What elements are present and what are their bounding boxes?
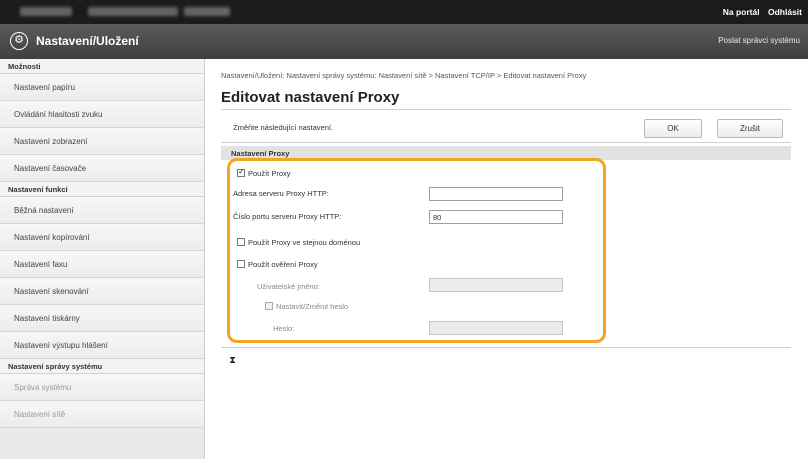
blurred-device-ip: [184, 7, 230, 16]
sidebar-item-timer-settings[interactable]: Nastavení časovače: [0, 155, 204, 182]
title-bar: ⚙ Nastavení/Uložení Poslat správci systé…: [0, 24, 808, 59]
sidebar-header-function-settings: Nastavení funkcí: [0, 182, 204, 197]
sidebar-item-report-output-settings[interactable]: Nastavení výstupu hlášení: [0, 332, 204, 359]
ok-button[interactable]: OK: [644, 119, 702, 138]
section-top-divider: [221, 142, 791, 143]
page-title: Editovat nastavení Proxy: [221, 89, 400, 106]
page-section-title: Nastavení/Uložení: [36, 34, 139, 48]
blurred-device-name: [20, 7, 72, 16]
sidebar-item-fax-settings[interactable]: Nastavení faxu: [0, 251, 204, 278]
expand-collapse-icon[interactable]: ⧗: [229, 355, 236, 366]
sidebar-item-system-management[interactable]: Správa systému: [0, 374, 204, 401]
sidebar-item-common-settings[interactable]: Běžná nastavení: [0, 197, 204, 224]
section-bottom-divider: [221, 347, 791, 348]
logout-link[interactable]: Odhlásit: [768, 7, 802, 17]
send-to-admin-link[interactable]: Poslat správci systému: [718, 36, 800, 45]
sidebar-item-paper-settings[interactable]: Nastavení papíru: [0, 74, 204, 101]
sidebar-item-volume-control[interactable]: Ovládání hlasitosti zvuku: [0, 101, 204, 128]
sidebar-item-scan-settings[interactable]: Nastavení skenování: [0, 278, 204, 305]
breadcrumb: Nastavení/Uložení: Nastavení správy syst…: [221, 71, 587, 80]
sidebar-item-display-settings[interactable]: Nastavení zobrazení: [0, 128, 204, 155]
sidebar-item-network-settings[interactable]: Nastavení sítě: [0, 401, 204, 428]
blurred-device-model: [88, 7, 178, 16]
top-links: Na portál Odhlásit: [717, 7, 802, 17]
top-bar: Na portál Odhlásit: [0, 0, 808, 24]
gear-icon: ⚙: [10, 32, 28, 50]
cancel-button[interactable]: Zrušit: [717, 119, 783, 138]
sidebar-item-copy-settings[interactable]: Nastavení kopírování: [0, 224, 204, 251]
portal-link[interactable]: Na portál: [723, 7, 760, 17]
highlight-frame: [227, 158, 606, 343]
sidebar: Možnosti Nastavení papíru Ovládání hlasi…: [0, 59, 205, 459]
sidebar-header-options: Možnosti: [0, 59, 204, 74]
instruction-text: Změňte následující nastavení.: [233, 123, 334, 132]
sidebar-item-printer-settings[interactable]: Nastavení tiskárny: [0, 305, 204, 332]
sidebar-header-system-management: Nastavení správy systému: [0, 359, 204, 374]
title-divider: [221, 109, 791, 110]
